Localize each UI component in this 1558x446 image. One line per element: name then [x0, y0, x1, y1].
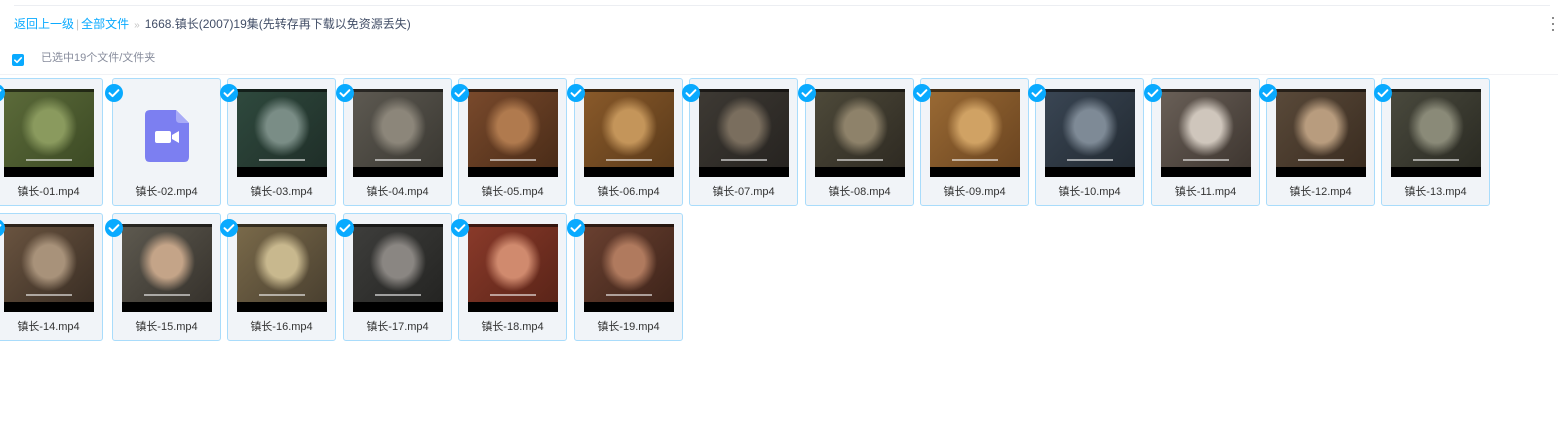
item-checkbox[interactable] — [1259, 84, 1277, 102]
file-item[interactable]: 镇长-13.mp4 — [1374, 78, 1490, 206]
file-name: 镇长-17.mp4 — [366, 321, 429, 333]
file-item[interactable]: 镇长-06.mp4 — [567, 78, 683, 206]
file-item[interactable]: 镇长-01.mp4 — [0, 78, 103, 206]
checkmark-icon — [339, 224, 351, 233]
file-name: 镇长-07.mp4 — [712, 186, 775, 198]
file-item[interactable]: 镇长-09.mp4 — [913, 78, 1029, 206]
item-checkbox[interactable] — [1028, 84, 1046, 102]
file-item[interactable]: 镇长-08.mp4 — [798, 78, 914, 206]
checkmark-icon — [916, 89, 928, 98]
video-thumbnail — [930, 89, 1020, 177]
video-thumbnail — [1276, 89, 1366, 177]
file-item[interactable]: 镇长-17.mp4 — [336, 213, 452, 341]
video-thumbnail — [4, 224, 94, 312]
file-item[interactable]: 镇长-16.mp4 — [220, 213, 336, 341]
file-item[interactable]: 镇长-02.mp4 — [105, 78, 221, 206]
item-checkbox[interactable] — [220, 84, 238, 102]
file-item[interactable]: 镇长-12.mp4 — [1259, 78, 1375, 206]
item-checkbox[interactable] — [0, 219, 5, 237]
video-thumbnail — [815, 89, 905, 177]
video-thumbnail — [237, 89, 327, 177]
file-name: 镇长-18.mp4 — [481, 321, 544, 333]
checkmark-icon — [1031, 89, 1043, 98]
item-checkbox[interactable] — [105, 219, 123, 237]
item-checkbox[interactable] — [798, 84, 816, 102]
file-name: 镇长-05.mp4 — [481, 186, 544, 198]
item-checkbox[interactable] — [336, 219, 354, 237]
item-checkbox[interactable] — [567, 219, 585, 237]
checkmark-icon — [0, 89, 2, 93]
file-name: 镇长-19.mp4 — [597, 321, 660, 333]
file-item[interactable]: 镇长-05.mp4 — [451, 78, 567, 206]
checkmark-icon — [685, 89, 697, 98]
checkmark-icon — [1147, 89, 1159, 98]
item-checkbox[interactable] — [567, 84, 585, 102]
item-checkbox[interactable] — [336, 84, 354, 102]
video-file-icon — [145, 110, 189, 162]
checkmark-icon — [454, 89, 466, 98]
file-name: 镇长-15.mp4 — [135, 321, 198, 333]
file-item[interactable]: 镇长-18.mp4 — [451, 213, 567, 341]
file-name: 镇长-03.mp4 — [250, 186, 313, 198]
file-item[interactable]: 镇长-11.mp4 — [1144, 78, 1260, 206]
item-checkbox[interactable] — [1374, 84, 1392, 102]
checkmark-icon — [0, 224, 2, 228]
checkmark-icon — [801, 89, 813, 98]
file-item[interactable]: 镇长-03.mp4 — [220, 78, 336, 206]
checkmark-icon — [570, 89, 582, 98]
file-item[interactable]: 镇长-14.mp4 — [0, 213, 103, 341]
file-name: 镇长-09.mp4 — [943, 186, 1006, 198]
item-checkbox[interactable] — [451, 219, 469, 237]
item-checkbox[interactable] — [451, 84, 469, 102]
file-item[interactable]: 镇长-15.mp4 — [105, 213, 221, 341]
video-thumbnail — [468, 224, 558, 312]
video-thumbnail — [699, 89, 789, 177]
file-grid: 镇长-01.mp4 镇长-02.mp4 镇长-03.mp4 镇长-04.mp4 镇长-0… — [0, 0, 1558, 446]
file-item[interactable]: 镇长-19.mp4 — [567, 213, 683, 341]
item-checkbox[interactable] — [1144, 84, 1162, 102]
checkmark-icon — [108, 224, 120, 233]
video-thumbnail — [1161, 89, 1251, 177]
item-checkbox[interactable] — [220, 219, 238, 237]
file-name: 镇长-13.mp4 — [1404, 186, 1467, 198]
item-checkbox[interactable] — [105, 84, 123, 102]
file-name: 镇长-14.mp4 — [17, 321, 80, 333]
video-thumbnail — [468, 89, 558, 177]
file-name: 镇长-12.mp4 — [1289, 186, 1352, 198]
checkmark-icon — [570, 224, 582, 233]
video-thumbnail — [1391, 89, 1481, 177]
item-checkbox[interactable] — [682, 84, 700, 102]
video-thumbnail — [237, 224, 327, 312]
file-name: 镇长-11.mp4 — [1174, 186, 1237, 198]
file-name: 镇长-08.mp4 — [828, 186, 891, 198]
checkmark-icon — [339, 89, 351, 98]
file-item[interactable]: 镇长-10.mp4 — [1028, 78, 1144, 206]
file-name: 镇长-02.mp4 — [135, 186, 198, 198]
file-item[interactable]: 镇长-04.mp4 — [336, 78, 452, 206]
item-checkbox[interactable] — [913, 84, 931, 102]
file-name: 镇长-06.mp4 — [597, 186, 660, 198]
checkmark-icon — [223, 89, 235, 98]
video-thumbnail — [584, 224, 674, 312]
item-checkbox[interactable] — [0, 84, 5, 102]
video-thumbnail — [1045, 89, 1135, 177]
file-item[interactable]: 镇长-07.mp4 — [682, 78, 798, 206]
file-name: 镇长-04.mp4 — [366, 186, 429, 198]
file-name: 镇长-16.mp4 — [250, 321, 313, 333]
file-name: 镇长-10.mp4 — [1058, 186, 1121, 198]
checkmark-icon — [223, 224, 235, 233]
checkmark-icon — [1377, 89, 1389, 98]
video-thumbnail — [584, 89, 674, 177]
checkmark-icon — [454, 224, 466, 233]
video-thumbnail — [353, 89, 443, 177]
file-name: 镇长-01.mp4 — [17, 186, 80, 198]
checkmark-icon — [108, 89, 120, 98]
checkmark-icon — [1262, 89, 1274, 98]
video-thumbnail — [353, 224, 443, 312]
video-thumbnail — [122, 224, 212, 312]
video-thumbnail — [4, 89, 94, 177]
